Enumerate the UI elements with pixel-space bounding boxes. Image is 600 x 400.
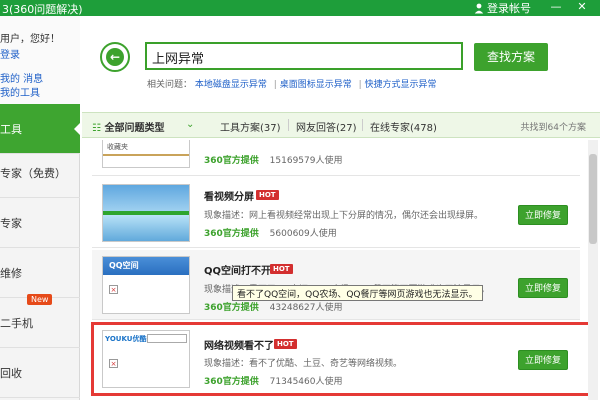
find-solution-button[interactable]: 查找方案 (474, 43, 548, 71)
tooltip: 看不了QQ空间，QQ农场、QQ餐厅等网页游戏也无法显示。 (232, 285, 483, 301)
provider-label: 360官方提供 (204, 156, 259, 166)
active-pointer-icon (74, 122, 81, 136)
related-label: 相关问题： (147, 80, 193, 90)
result-meta: 360官方提供 15169579人使用 (204, 153, 342, 166)
login-account-link[interactable]: 登录帐号 (474, 0, 531, 16)
result-title[interactable]: QQ空间打不开 (204, 262, 271, 277)
sidebar-item-label: 工具 (0, 123, 22, 136)
thumbnail-caption: 收藏夹 (107, 143, 128, 151)
users-count: 15169579人使用 (269, 156, 343, 166)
sidebar-item-label: 专家（免费） (0, 167, 66, 180)
result-meta: 360官方提供 5600609人使用 (204, 226, 337, 239)
provider-label: 360官方提供 (204, 303, 259, 313)
scrollbar-thumb[interactable] (589, 154, 597, 244)
hot-badge: HOT (256, 190, 279, 200)
title-bar: 3(360问题解决) 登录帐号 — ✕ (0, 0, 600, 16)
sidebar: 用户，您好！ 登录 我的 消息 我的工具 工具 专家（免费） 专家 维修 二手机… (0, 16, 81, 400)
broken-image-icon: × (109, 285, 118, 294)
back-arrow-icon: ← (106, 48, 124, 66)
all-types-dropdown[interactable]: ☷ 全部问题类型 (92, 119, 164, 134)
hot-badge: HOT (270, 264, 293, 274)
sidebar-item-tools[interactable]: 工具 (0, 104, 81, 154)
back-button[interactable]: ← (100, 42, 130, 72)
divider (288, 119, 289, 131)
sidebar-item-label: 回收 (0, 367, 22, 380)
filter-bar: ☷ 全部问题类型 ⌄ 工具方案(37) 网友回答(27) 在线专家(478) 共… (82, 112, 600, 138)
users-count: 5600609人使用 (269, 229, 337, 239)
result-thumbnail (102, 184, 190, 242)
result-description: 现象描述：网上看视频经常出现上下分屏的情况，偶尔还会出现绿屏。 (204, 211, 484, 221)
login-account-label: 登录帐号 (487, 2, 531, 15)
divider (362, 119, 363, 131)
related-link-disk[interactable]: 本地磁盘显示异常 (195, 80, 267, 90)
sidebar-item-label: 维修 (0, 267, 22, 280)
result-title[interactable]: 看视频分屏 (204, 188, 254, 203)
minimize-icon[interactable]: — (546, 0, 566, 16)
greeting-text: 用户，您好！ (0, 34, 60, 45)
window-title: 3(360问题解决) (2, 3, 83, 16)
new-badge: New (27, 294, 53, 305)
result-thumbnail: QQ空间 × (102, 256, 190, 314)
all-types-label: 全部问题类型 (104, 123, 165, 134)
result-meta: 360官方提供 43248627人使用 (204, 300, 342, 313)
sidebar-item-expert-free[interactable]: 专家（免费） (0, 148, 80, 198)
highlight-annotation (91, 322, 596, 396)
users-count: 43248627人使用 (269, 303, 343, 313)
fix-now-button[interactable]: 立即修复 (518, 278, 568, 298)
tab-user-answers[interactable]: 网友回答(27) (296, 119, 357, 134)
my-tools-link[interactable]: 我的工具 (0, 84, 40, 99)
sidebar-item-used-phone[interactable]: 二手机 (0, 298, 80, 348)
results-scrollbar[interactable] (588, 140, 598, 400)
tab-online-experts[interactable]: 在线专家(478) (370, 119, 437, 134)
thumbnail-caption: QQ空间 (109, 261, 139, 270)
tab-tool-solutions[interactable]: 工具方案(37) (220, 119, 281, 134)
result-thumbnail: 收藏夹 (102, 140, 190, 168)
sidebar-item-recycle[interactable]: 回收 (0, 348, 80, 398)
user-icon (474, 3, 484, 13)
search-input[interactable]: 上网异常 (145, 42, 463, 70)
sidebar-item-label: 二手机 (0, 317, 33, 330)
sidebar-item-expert[interactable]: 专家 (0, 198, 80, 248)
my-messages-links[interactable]: 我的 消息 (0, 70, 43, 85)
sidebar-item-repair[interactable]: 维修 (0, 248, 80, 298)
fix-now-button[interactable]: 立即修复 (518, 205, 568, 225)
close-icon[interactable]: ✕ (572, 0, 592, 16)
related-questions: 相关问题： 本地磁盘显示异常 | 桌面图标显示异常 | 快捷方式显示异常 (147, 80, 437, 90)
login-link[interactable]: 登录 (0, 46, 20, 61)
related-link-shortcut[interactable]: 快捷方式显示异常 (365, 80, 437, 90)
provider-label: 360官方提供 (204, 229, 259, 239)
sidebar-item-label: 专家 (0, 217, 22, 230)
list-icon: ☷ (92, 123, 101, 134)
related-link-desktop-icons[interactable]: 桌面图标显示异常 (280, 80, 352, 90)
results-count: 共找到64个方案 (520, 123, 586, 133)
chevron-down-icon[interactable]: ⌄ (186, 119, 194, 130)
user-panel: 用户，您好！ 登录 我的 消息 我的工具 (0, 16, 80, 104)
